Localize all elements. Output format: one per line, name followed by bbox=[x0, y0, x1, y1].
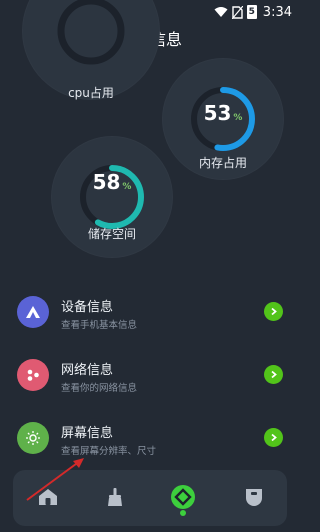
bottom-nav bbox=[13, 470, 287, 526]
screen-info-arrow-button[interactable] bbox=[264, 428, 283, 447]
nav-toolbox[interactable] bbox=[237, 480, 271, 514]
wifi-icon bbox=[214, 7, 228, 17]
screen-info-subtitle: 查看屏幕分辨率、尺寸 bbox=[61, 446, 157, 457]
chevron-right-icon bbox=[271, 433, 277, 442]
nav-active-indicator bbox=[180, 510, 186, 516]
cpu-label: cpu占用 bbox=[68, 86, 114, 100]
storage-percent: 58% bbox=[51, 170, 173, 194]
device-info-subtitle: 查看手机基本信息 bbox=[61, 320, 138, 331]
chevron-right-icon bbox=[271, 307, 277, 316]
device-icon bbox=[26, 306, 40, 318]
memory-percent-value: 53 bbox=[203, 101, 232, 125]
broom-icon bbox=[108, 488, 122, 506]
screen-icon-circle bbox=[17, 422, 49, 454]
screen-info-row[interactable]: 屏幕信息 查看屏幕分辨率、尺寸 bbox=[0, 414, 300, 464]
info-icon bbox=[171, 485, 195, 509]
device-icon-circle bbox=[17, 296, 49, 328]
nav-info[interactable] bbox=[166, 480, 200, 514]
home-icon bbox=[39, 489, 57, 505]
network-info-title: 网络信息 bbox=[61, 363, 114, 378]
network-icon bbox=[27, 369, 39, 381]
status-time: 3:34 bbox=[262, 4, 292, 20]
toolbox-icon bbox=[246, 489, 262, 506]
memory-label: 内存占用 bbox=[198, 156, 247, 170]
network-info-row[interactable]: 网络信息 查看你的网络信息 bbox=[0, 351, 300, 401]
device-info-arrow-button[interactable] bbox=[264, 302, 283, 321]
storage-percent-value: 58 bbox=[92, 170, 121, 194]
screen-icon bbox=[26, 431, 40, 445]
memory-percent: 53% bbox=[162, 101, 284, 125]
battery-icon: 5 bbox=[246, 5, 257, 19]
memory-percent-symbol: % bbox=[233, 113, 243, 123]
status-icons: 5 3:34 bbox=[214, 3, 292, 21]
network-info-subtitle: 查看你的网络信息 bbox=[61, 383, 138, 394]
device-info-title: 设备信息 bbox=[61, 300, 114, 315]
battery-level: 5 bbox=[248, 7, 255, 17]
no-sim-icon bbox=[231, 5, 243, 19]
nav-home[interactable] bbox=[31, 480, 65, 514]
nav-clean[interactable] bbox=[98, 480, 132, 514]
device-info-row[interactable]: 设备信息 查看手机基本信息 bbox=[0, 288, 300, 338]
storage-label: 储存空间 bbox=[87, 227, 136, 241]
network-icon-circle bbox=[17, 359, 49, 391]
chevron-right-icon bbox=[271, 370, 277, 379]
storage-percent-symbol: % bbox=[122, 182, 132, 192]
screen-info-title: 屏幕信息 bbox=[61, 426, 114, 441]
network-info-arrow-button[interactable] bbox=[264, 365, 283, 384]
